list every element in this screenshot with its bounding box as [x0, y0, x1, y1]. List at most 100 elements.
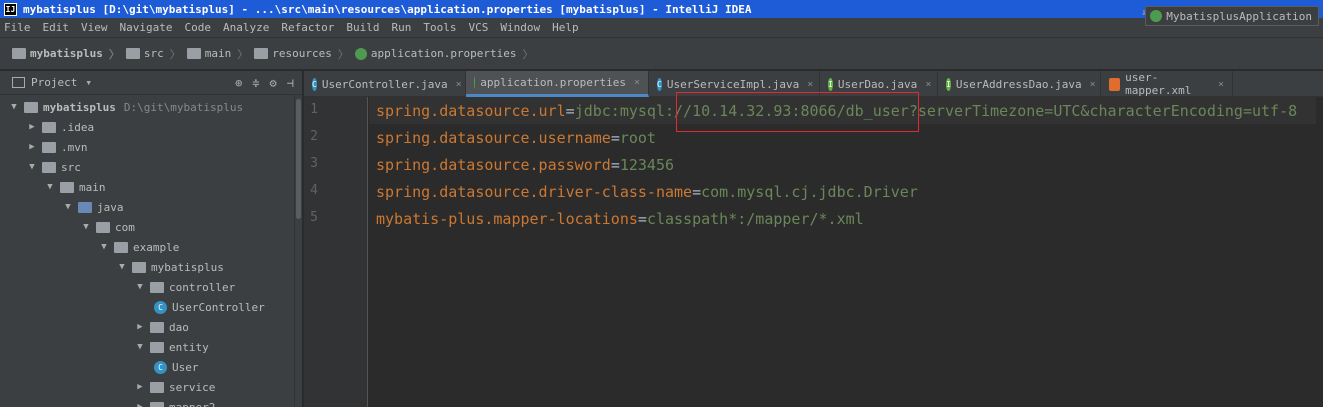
hide-panel-icon[interactable]: ⊣	[287, 76, 294, 90]
tree-item-mapper2[interactable]: ▶ mapper2	[134, 397, 215, 407]
tree-item-label: java	[97, 200, 124, 214]
tree-item-dao[interactable]: ▶ dao	[134, 317, 189, 337]
folder-icon	[12, 48, 26, 59]
tab-usercontroller-java[interactable]: C UserController.java ×	[304, 71, 466, 97]
tree-item-main[interactable]: ▼ main	[44, 177, 105, 197]
tab-application-properties[interactable]: application.properties ×	[466, 71, 649, 97]
tab-useraddressdao-java[interactable]: I UserAddressDao.java ×	[938, 71, 1101, 97]
chevron-down-icon[interactable]: ▾	[85, 76, 92, 89]
tree-item-java[interactable]: ▼ java	[62, 197, 124, 217]
locate-icon[interactable]: ⊕	[235, 76, 242, 90]
tab-label: UserDao.java	[837, 77, 918, 91]
line-number: 2	[310, 129, 318, 144]
code-line[interactable]: spring.datasource.username = root	[376, 124, 656, 151]
chevron-right-icon: 〉	[237, 47, 249, 61]
folder-icon	[150, 341, 164, 353]
expand-arrow-icon[interactable]: ▼	[116, 262, 128, 272]
scrollbar-thumb[interactable]	[296, 99, 301, 219]
collapse-all-icon[interactable]: ≑	[252, 76, 259, 90]
tree-item-mybatisplus[interactable]: ▼ mybatisplus	[116, 257, 224, 277]
breadcrumb-item[interactable]: application.properties 〉	[354, 46, 534, 62]
collapse-arrow-icon[interactable]: ▶	[26, 142, 38, 152]
folder-icon	[78, 201, 92, 213]
close-icon[interactable]: ×	[1218, 79, 1224, 90]
expand-arrow-icon[interactable]: ▼	[80, 222, 92, 232]
expand-arrow-icon[interactable]: ▼	[134, 342, 146, 352]
menu-item-help[interactable]: Help	[552, 21, 579, 34]
title-bar: IJ mybatisplus [D:\git\mybatisplus] - ..…	[0, 0, 1323, 18]
tab-label: application.properties	[480, 76, 626, 89]
tree-item-mvn[interactable]: ▶ .mvn	[26, 137, 87, 157]
menu-item-code[interactable]: Code	[184, 21, 211, 34]
folder-icon	[150, 321, 164, 333]
code-line[interactable]: spring.datasource.driver-class-name = com.…	[376, 178, 918, 205]
tree-item-controller[interactable]: ▼ controller	[134, 277, 235, 297]
menu-item-analyze[interactable]: Analyze	[223, 21, 269, 34]
chevron-right-icon: 〉	[169, 47, 181, 61]
close-icon[interactable]: ×	[456, 79, 462, 90]
breadcrumb-item[interactable]: main 〉	[186, 46, 249, 62]
breadcrumb-item[interactable]: resources 〉	[254, 46, 349, 62]
code-line[interactable]: mybatis-plus.mapper-locations = classpath*…	[376, 205, 864, 232]
tab-user-mapper-xml[interactable]: user-mapper.xml ×	[1101, 71, 1233, 97]
close-icon[interactable]: ×	[807, 79, 813, 90]
run-configuration-selector[interactable]: MybatisplusApplication	[1145, 6, 1319, 26]
collapse-arrow-icon[interactable]: ▶	[134, 382, 146, 392]
collapse-arrow-icon[interactable]: ▶	[134, 402, 146, 407]
tree-item-mybatisplus[interactable]: ▼ mybatisplus D:\git\mybatisplus	[8, 97, 243, 117]
breadcrumb-item[interactable]: mybatisplus 〉	[12, 46, 120, 62]
menu-item-view[interactable]: View	[81, 21, 108, 34]
code-editor[interactable]: spring.datasource.url = jdbc:mysql://10.14…	[369, 97, 1323, 407]
expand-arrow-icon[interactable]: ▼	[134, 282, 146, 292]
tree-item-label: controller	[169, 280, 236, 294]
collapse-arrow-icon[interactable]: ▶	[26, 122, 38, 132]
menu-item-run[interactable]: Run	[391, 21, 411, 34]
expand-arrow-icon[interactable]: ▼	[62, 202, 74, 212]
code-line[interactable]: spring.datasource.password = 123456	[376, 151, 674, 178]
property-value: classpath*:/mapper/*.xml	[646, 209, 864, 228]
tree-item-entity[interactable]: ▼ entity	[134, 337, 208, 357]
menu-item-file[interactable]: File	[4, 21, 31, 34]
menu-item-tools[interactable]: Tools	[423, 21, 456, 34]
menu-item-refactor[interactable]: Refactor	[281, 21, 334, 34]
close-icon[interactable]: ×	[925, 79, 931, 90]
tree-item-idea[interactable]: ▶ .idea	[26, 117, 94, 137]
close-icon[interactable]: ×	[1090, 79, 1096, 90]
folder-icon	[150, 381, 164, 393]
gear-icon[interactable]: ⚙	[270, 76, 277, 90]
expand-arrow-icon[interactable]: ▼	[98, 242, 110, 252]
expand-arrow-icon[interactable]: ▼	[44, 182, 56, 192]
tree-item-user[interactable]: C User	[154, 357, 199, 377]
folder-icon	[125, 48, 140, 59]
expand-arrow-icon[interactable]: ▼	[8, 102, 20, 112]
tree-item-example[interactable]: ▼ example	[98, 237, 179, 257]
property-value: root	[619, 128, 656, 147]
tree-item-label: dao	[169, 320, 189, 334]
property-value: 123456	[619, 155, 675, 174]
tree-item-label: mybatisplus	[151, 260, 224, 274]
folder-icon	[150, 281, 164, 293]
project-panel-header: Project ▾ ⊕ ≑ ⚙ ⊣	[0, 71, 302, 95]
tree-item-src[interactable]: ▼ src	[26, 157, 81, 177]
equals-sign: =	[610, 155, 620, 174]
run-config-label: MybatisplusApplication	[1166, 9, 1312, 23]
breadcrumb-item[interactable]: src 〉	[125, 46, 181, 62]
project-scrollbar[interactable]	[294, 95, 302, 407]
property-key: spring.datasource.username	[376, 128, 611, 147]
menu-item-build[interactable]: Build	[346, 21, 379, 34]
tree-item-service[interactable]: ▶ service	[134, 377, 215, 397]
tree-item-usercontroller[interactable]: C UserController	[154, 297, 265, 317]
close-icon[interactable]: ×	[634, 77, 640, 88]
tree-item-com[interactable]: ▼ com	[80, 217, 135, 237]
project-panel-title[interactable]: Project	[31, 76, 77, 89]
expand-arrow-icon[interactable]: ▼	[26, 162, 38, 172]
menu-item-navigate[interactable]: Navigate	[120, 21, 173, 34]
line-number: 3	[310, 156, 318, 171]
tree-item-label: example	[133, 240, 180, 254]
collapse-arrow-icon[interactable]: ▶	[134, 322, 146, 332]
menu-item-window[interactable]: Window	[500, 21, 540, 34]
menu-item-edit[interactable]: Edit	[43, 21, 70, 34]
menu-item-vcs[interactable]: VCS	[468, 21, 488, 34]
tree-item-label: com	[115, 220, 135, 234]
property-key: spring.datasource.url	[376, 101, 566, 120]
